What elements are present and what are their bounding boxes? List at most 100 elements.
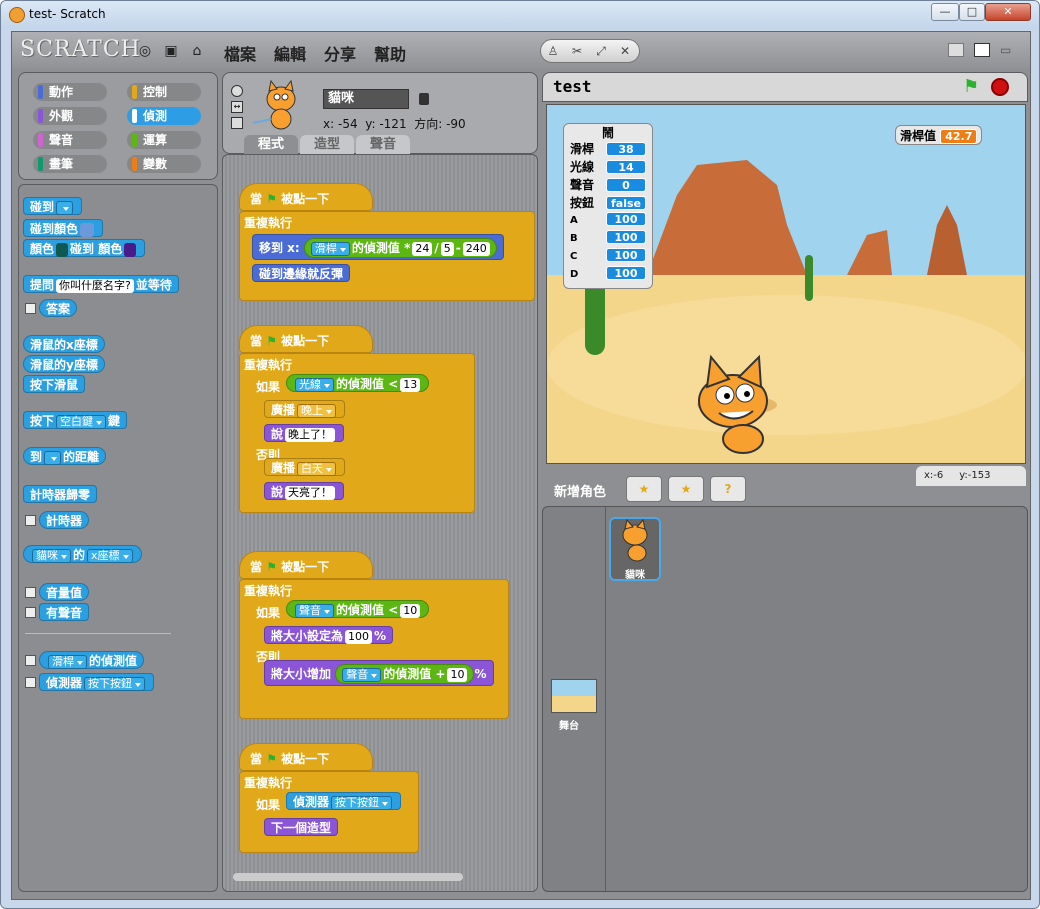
broadcast-day-block[interactable]: 廣播 白天 bbox=[264, 458, 346, 476]
sprite-pane: 貓咪 舞台 bbox=[542, 506, 1028, 892]
answer-checkbox[interactable] bbox=[25, 303, 36, 314]
horizontal-scrollbar[interactable] bbox=[233, 873, 463, 881]
loud-checkbox[interactable] bbox=[25, 607, 36, 618]
grow-icon[interactable]: ⤢ bbox=[589, 40, 613, 62]
when-flag-hat-3[interactable]: 當 ⚑ 被點一下 bbox=[239, 551, 373, 579]
menu-edit[interactable]: 編輯 bbox=[274, 41, 306, 65]
stop-icon[interactable] bbox=[991, 78, 1009, 96]
block-touching[interactable]: 碰到 bbox=[23, 197, 83, 215]
cat-sprite[interactable] bbox=[683, 351, 793, 461]
rotate-style-icon[interactable] bbox=[231, 85, 243, 97]
random-sprite-button[interactable]: ? bbox=[710, 476, 746, 502]
sprite-tile-cat[interactable]: 貓咪 bbox=[609, 517, 661, 581]
forever-block-4[interactable]: 重複執行 如果 偵測器 按下按鈕 下一個造型 bbox=[239, 771, 419, 853]
change-size-block[interactable]: 將大小增加 聲音 的偵測值 +10% bbox=[264, 660, 494, 686]
category-selector: 動作 控制 外觀 偵測 聲音 運算 畫筆 變數 bbox=[18, 72, 218, 180]
sensor-board-label: D bbox=[570, 269, 579, 280]
category-variables[interactable]: 變數 bbox=[127, 155, 201, 173]
lock-icon[interactable] bbox=[419, 93, 429, 105]
block-sensor-value[interactable]: 滑桿 的偵測值 bbox=[39, 651, 145, 669]
sensor-checkbox[interactable] bbox=[25, 677, 36, 688]
stamp-icon[interactable]: ♙ bbox=[541, 40, 565, 62]
close-button[interactable]: ✕ bbox=[985, 3, 1031, 21]
sensor-board-row: B 100 bbox=[564, 230, 652, 248]
sound-lt-condition[interactable]: 聲音 的偵測值 <10 bbox=[286, 600, 430, 618]
category-sensing[interactable]: 偵測 bbox=[127, 107, 201, 125]
category-operators[interactable]: 運算 bbox=[127, 131, 201, 149]
maximize-button[interactable]: □ bbox=[959, 3, 985, 21]
timer-checkbox[interactable] bbox=[25, 515, 36, 526]
project-title: test bbox=[553, 77, 592, 96]
tab-scripts[interactable]: 程式 bbox=[244, 135, 298, 155]
forever-block-2[interactable]: 重複執行 如果 光線 的偵測值 <13 廣播 晚上 說晚上了！ 否則 廣播 白天 說天… bbox=[239, 353, 475, 513]
menu-file[interactable]: 檔案 bbox=[224, 41, 256, 65]
tab-sounds[interactable]: 聲音 bbox=[356, 135, 410, 155]
green-flag-icon[interactable]: ⚑ bbox=[963, 76, 979, 97]
sensor-board-row: 滑桿 38 bbox=[564, 140, 652, 158]
scissors-icon[interactable]: ✂ bbox=[565, 40, 589, 62]
set-size-block[interactable]: 將大小設定為 100% bbox=[264, 626, 394, 644]
import-sprite-button[interactable]: ★ bbox=[668, 476, 704, 502]
share-icon[interactable]: ⌂ bbox=[188, 42, 206, 60]
block-loud[interactable]: 有聲音 bbox=[39, 603, 90, 621]
block-distance-to[interactable]: 到的距離 bbox=[23, 447, 107, 465]
block-sensor[interactable]: 偵測器 按下按鈕 bbox=[39, 673, 155, 691]
when-flag-hat-1[interactable]: 當 ⚑ 被點一下 bbox=[239, 183, 373, 211]
save-icon[interactable]: ▣ bbox=[162, 42, 180, 60]
shrink-icon[interactable]: ✕ bbox=[613, 40, 637, 62]
category-motion[interactable]: 動作 bbox=[33, 83, 107, 101]
when-flag-hat-2[interactable]: 當 ⚑ 被點一下 bbox=[239, 325, 373, 353]
sensor-value-checkbox[interactable] bbox=[25, 655, 36, 666]
category-sound[interactable]: 聲音 bbox=[33, 131, 107, 149]
next-costume-block[interactable]: 下一個造型 bbox=[264, 818, 339, 836]
sensor-board-value: 100 bbox=[606, 248, 646, 262]
when-flag-hat-4[interactable]: 當 ⚑ 被點一下 bbox=[239, 743, 373, 771]
flip-style-icon[interactable]: ↔ bbox=[231, 101, 243, 113]
menu-help[interactable]: 幫助 bbox=[374, 41, 406, 65]
block-timer[interactable]: 計時器 bbox=[39, 511, 90, 529]
scratch-app-icon bbox=[9, 7, 25, 23]
block-mouse-y[interactable]: 滑鼠的y座標 bbox=[23, 355, 105, 373]
minimize-button[interactable]: — bbox=[931, 3, 959, 21]
stage-thumbnail[interactable] bbox=[551, 679, 597, 713]
sensor-button-condition[interactable]: 偵測器 按下按鈕 bbox=[286, 792, 402, 810]
menu-share[interactable]: 分享 bbox=[324, 41, 356, 65]
block-mouse-x[interactable]: 滑鼠的x座標 bbox=[23, 335, 105, 353]
sprite-thumbnail bbox=[252, 79, 296, 130]
forever-block-1[interactable]: 重複執行 移到 x: 滑桿 的偵測值 * 24/5-240 碰到邊緣就反彈 bbox=[239, 211, 535, 301]
block-ask[interactable]: 提問 你叫什麼名字? 並等待 bbox=[23, 275, 179, 293]
goto-x-block[interactable]: 移到 x: 滑桿 的偵測值 * 24/5-240 bbox=[252, 234, 504, 260]
category-pen[interactable]: 畫筆 bbox=[33, 155, 107, 173]
small-stage-button[interactable] bbox=[948, 43, 964, 57]
block-reset-timer[interactable]: 計時器歸零 bbox=[23, 485, 98, 503]
tab-costumes[interactable]: 造型 bbox=[300, 135, 354, 155]
block-palette: 碰到 碰到顏色 顏色 碰到 顏色 提問 你叫什麼名字? 並等待 答案 滑鼠的x座標 滑… bbox=[18, 184, 218, 892]
category-looks[interactable]: 外觀 bbox=[33, 107, 107, 125]
globe-icon[interactable]: ◎ bbox=[136, 42, 154, 60]
block-loudness[interactable]: 音量值 bbox=[39, 583, 90, 601]
block-mouse-down[interactable]: 按下滑鼠 bbox=[23, 375, 86, 393]
no-rotate-icon[interactable] bbox=[231, 117, 243, 129]
loudness-checkbox[interactable] bbox=[25, 587, 36, 598]
slider-value-monitor[interactable]: 滑桿值 42.7 bbox=[895, 125, 983, 145]
edit-mode-buttons: ♙ ✂ ⤢ ✕ bbox=[540, 39, 640, 63]
block-touching-color[interactable]: 碰到顏色 bbox=[23, 219, 104, 237]
block-attribute-of[interactable]: 貓咪的 x座標 bbox=[23, 545, 142, 563]
paint-sprite-button[interactable]: ★ bbox=[626, 476, 662, 502]
broadcast-night-block[interactable]: 廣播 晚上 bbox=[264, 400, 346, 418]
sensor-board-monitor[interactable]: 鬧 滑桿 38 光線 14 聲音 0 按鈕 false A 100 B 100 C 100 D 100 bbox=[563, 123, 653, 289]
normal-stage-button[interactable] bbox=[974, 43, 990, 57]
block-color-touching-color[interactable]: 顏色 碰到 顏色 bbox=[23, 239, 146, 257]
block-key-pressed[interactable]: 按下 空白鍵鍵 bbox=[23, 411, 128, 429]
bounce-block[interactable]: 碰到邊緣就反彈 bbox=[252, 264, 351, 282]
say-night-block[interactable]: 說晚上了！ bbox=[264, 424, 345, 442]
presentation-mode-button[interactable]: ▭ bbox=[1000, 43, 1016, 57]
stage[interactable]: 滑桿值 42.7 鬧 滑桿 38 光線 14 聲音 0 按鈕 false A 100 B 100 C 10… bbox=[546, 104, 1026, 464]
scripts-area[interactable]: 當 ⚑ 被點一下 重複執行 移到 x: 滑桿 的偵測值 * 24/5-240 碰到邊… bbox=[222, 154, 538, 892]
forever-block-3[interactable]: 重複執行 如果 聲音 的偵測值 <10 將大小設定為 100% 否則 將大小增加 聲… bbox=[239, 579, 509, 719]
say-day-block[interactable]: 說天亮了！ bbox=[264, 482, 345, 500]
sprite-name-field[interactable]: 貓咪 bbox=[323, 89, 409, 109]
category-control[interactable]: 控制 bbox=[127, 83, 201, 101]
block-answer[interactable]: 答案 bbox=[39, 299, 78, 317]
light-lt-condition[interactable]: 光線 的偵測值 <13 bbox=[286, 374, 430, 392]
